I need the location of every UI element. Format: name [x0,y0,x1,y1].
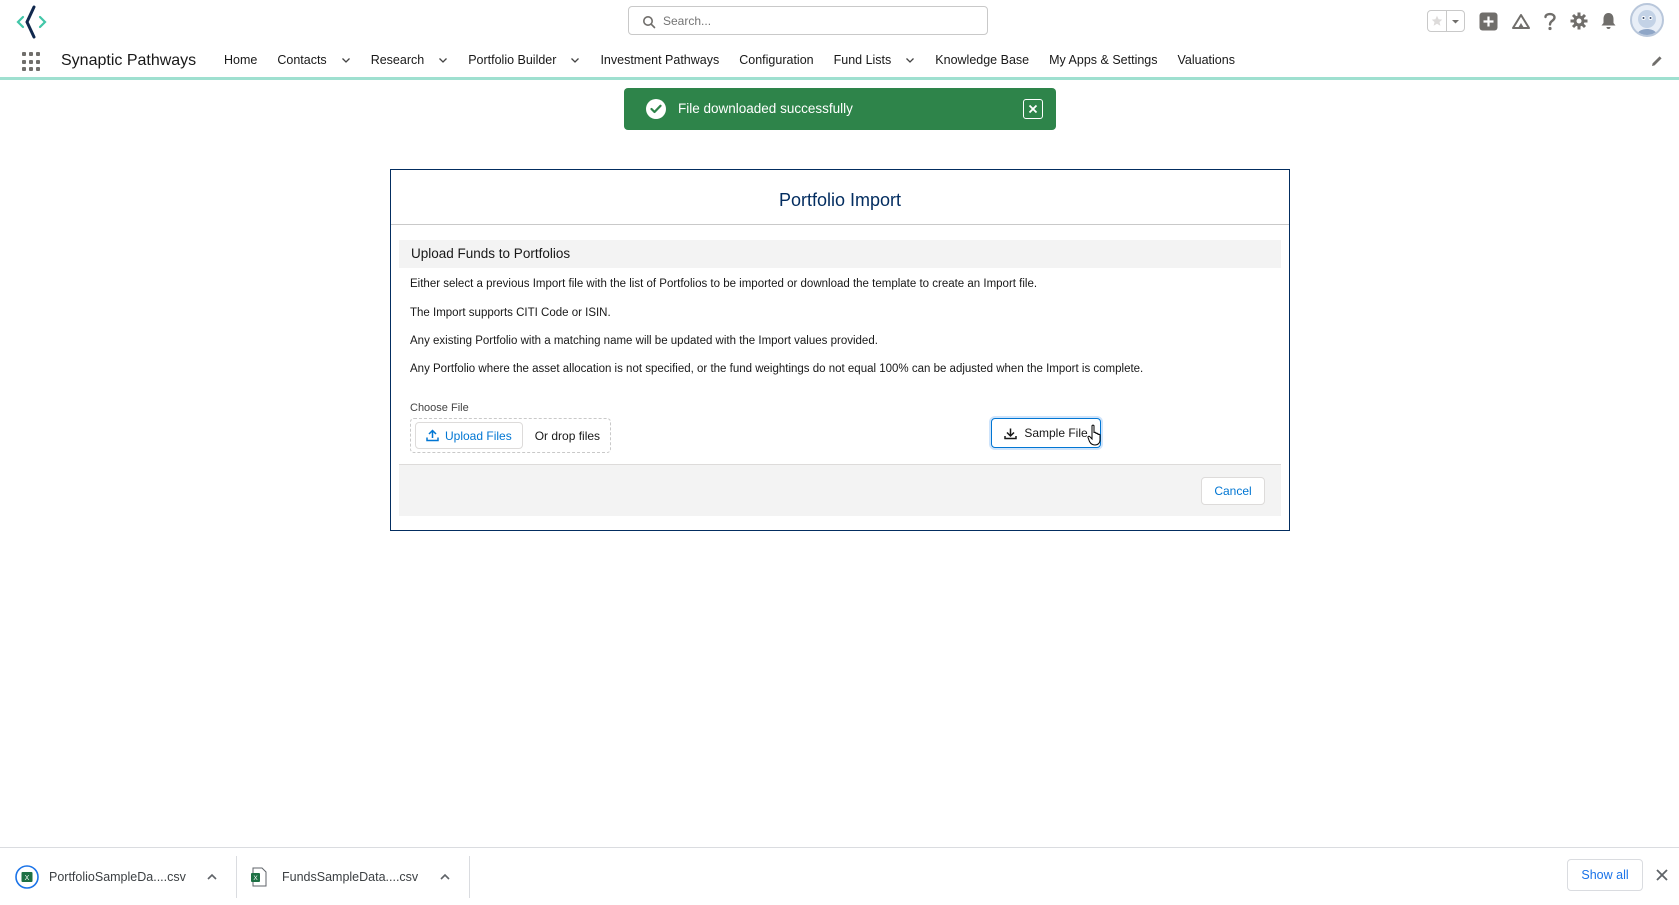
nav-item-my-apps-settings[interactable]: My Apps & Settings [1039,44,1167,76]
csv-file-icon: X [251,867,267,886]
svg-text:X: X [25,875,30,882]
csv-file-icon: X [15,864,39,889]
nav-item-configuration[interactable]: Configuration [729,44,823,76]
upload-files-button[interactable]: Upload Files [415,422,523,449]
download-filename: FundsSampleData....csv [282,869,419,884]
close-icon [1028,104,1038,114]
card-title: Portfolio Import [778,190,902,210]
success-check-icon [646,99,666,119]
file-dropzone[interactable]: Upload Files Or drop files [410,418,611,453]
sample-file-button[interactable]: Sample File [991,418,1101,448]
success-toast: File downloaded successfully [624,88,1056,130]
nav-item-label: Investment Pathways [600,53,720,67]
chevron-down-icon[interactable] [341,55,351,65]
divider [236,856,237,898]
app-name: Synaptic Pathways [61,52,197,69]
nav-item-knowledge-base[interactable]: Knowledge Base [925,44,1039,76]
upload-files-label: Upload Files [445,428,512,443]
search-input[interactable] [663,11,973,31]
chevron-down-icon[interactable] [438,55,448,65]
instruction-text: Any existing Portfolio with a matching n… [410,335,878,347]
global-search[interactable] [628,6,988,35]
nav-item-label: Valuations [1177,53,1235,67]
help-icon [1544,12,1556,31]
nav-item-contacts[interactable]: Contacts [267,44,360,76]
nav-item-fund-lists[interactable]: Fund Lists [824,44,926,76]
nav-item-label: Research [370,53,425,67]
cancel-button[interactable]: Cancel [1201,477,1265,505]
favorites-button-group [1427,10,1465,32]
download-shelf: X PortfolioSampleDa....csv X FundsSample… [0,847,1679,904]
help-button[interactable] [1539,8,1561,34]
app-nav-bar: Synaptic Pathways Home Contacts Research Po… [0,44,1679,80]
portfolio-import-card: Portfolio Import Upload Funds to Portfol… [390,169,1290,531]
chevron-up-icon[interactable] [439,871,451,883]
nav-item-research[interactable]: Research [361,44,459,76]
hand-cursor-icon [1087,424,1101,446]
download-item[interactable]: X FundsSampleData....csv [250,848,418,905]
toast-close-button[interactable] [1023,99,1043,119]
nav-item-label: Fund Lists [833,53,892,67]
nav-item-investment-pathways[interactable]: Investment Pathways [590,44,729,76]
svg-text:X: X [253,875,258,882]
upload-icon [426,429,439,442]
nav-item-label: Contacts [277,53,327,67]
chevron-down-icon[interactable] [905,55,915,65]
search-icon [643,16,656,29]
favorite-star-button[interactable] [1428,11,1446,31]
sample-file-label: Sample File [1024,426,1088,440]
download-filename: PortfolioSampleDa....csv [49,869,186,884]
user-avatar[interactable] [1630,3,1664,37]
nav-item-home[interactable]: Home [214,44,267,76]
app-launcher-icon[interactable] [22,52,42,72]
star-icon [1431,15,1443,26]
trailhead-button[interactable] [1509,8,1533,34]
divider [469,856,470,898]
gear-icon [1570,12,1588,30]
nav-item-label: My Apps & Settings [1049,53,1158,67]
instruction-text: Either select a previous Import file wit… [410,278,1038,290]
nav-item-label: Portfolio Builder [468,53,557,67]
bell-icon [1601,13,1615,29]
trailhead-icon [1512,13,1530,29]
instruction-text: The Import supports CITI Code or ISIN. [410,307,611,319]
card-footer: Cancel [399,464,1281,516]
nav-item-label: Home [224,53,258,67]
global-actions-button[interactable] [1477,8,1499,34]
add-icon [1479,12,1497,30]
chevron-down-icon[interactable] [570,55,580,65]
notifications-button[interactable] [1597,8,1619,34]
setup-button[interactable] [1568,8,1590,34]
download-item[interactable]: X PortfolioSampleDa....csv [15,848,186,905]
drop-files-label: Or drop files [534,428,601,443]
nav-item-portfolio-builder[interactable]: Portfolio Builder [458,44,590,76]
show-all-downloads-button[interactable]: Show all [1567,859,1643,891]
edit-nav-icon[interactable] [1650,54,1664,68]
nav-item-label: Knowledge Base [935,53,1030,67]
global-header [0,0,1679,44]
app-logo-icon[interactable] [14,3,50,41]
chevron-up-icon[interactable] [206,871,218,883]
section-header: Upload Funds to Portfolios [399,240,1281,268]
divider [391,224,1289,225]
download-icon [1004,428,1018,439]
instruction-text: Any Portfolio where the asset allocation… [410,363,1144,375]
close-icon[interactable] [1655,868,1669,882]
toast-message: File downloaded successfully [678,101,853,116]
chevron-down-icon [1452,19,1459,23]
section-title: Upload Funds to Portfolios [411,246,571,261]
choose-file-label: Choose File [410,402,469,414]
avatar-icon [1637,10,1657,35]
nav-item-label: Configuration [739,53,814,67]
nav-items: Home Contacts Research Portfolio Builder Inv… [214,44,1245,76]
nav-item-valuations[interactable]: Valuations [1168,44,1245,76]
favorites-menu-button[interactable] [1446,11,1464,31]
